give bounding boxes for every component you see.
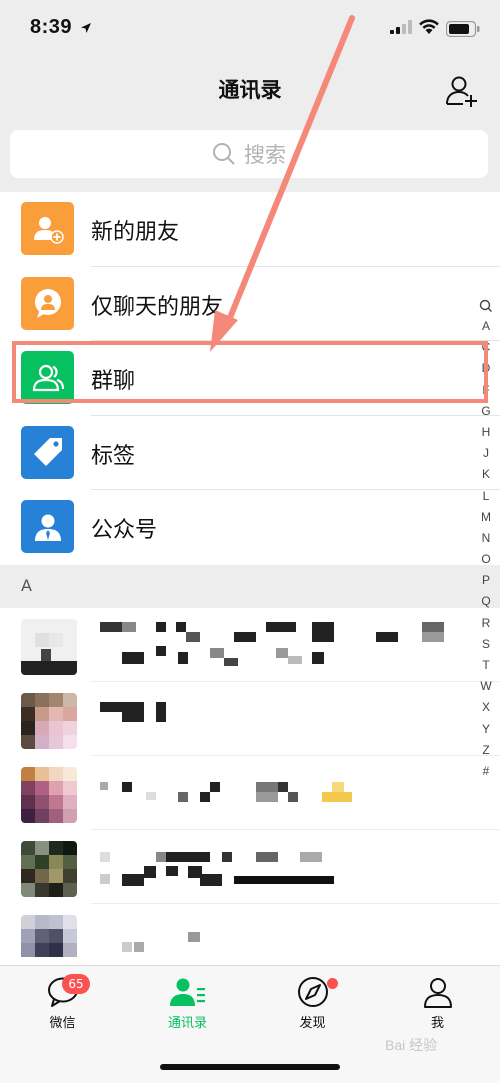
index-letter[interactable]: L: [476, 486, 496, 507]
tag-icon: [21, 425, 74, 479]
contacts-screen: 8:39 通讯录 搜索 新的朋友 仅聊天的朋友 群聊 标签 公众号 A A C …: [0, 0, 500, 1083]
index-letter[interactable]: F: [476, 380, 496, 401]
unread-badge: 65: [62, 974, 90, 994]
new-friends-item[interactable]: 新的朋友: [0, 192, 500, 267]
contact-name-obscured: [100, 694, 460, 749]
new-friend-icon: [21, 202, 74, 255]
tab-chats[interactable]: 微信 65: [0, 974, 125, 1036]
contact-name-obscured: [100, 768, 460, 823]
search-icon: [213, 143, 235, 165]
function-list: 新的朋友 仅聊天的朋友 群聊 标签 公众号: [0, 192, 500, 565]
contact-row[interactable]: [0, 682, 500, 756]
index-letter[interactable]: N: [476, 528, 496, 549]
index-letter[interactable]: H: [476, 422, 496, 443]
home-indicator: [160, 1064, 340, 1070]
wifi-icon: [419, 19, 439, 34]
contact-row[interactable]: [0, 608, 500, 682]
tags-item[interactable]: 标签: [0, 416, 500, 491]
cellular-signal-icon: [390, 20, 412, 34]
avatar: [21, 619, 77, 675]
index-letter[interactable]: X: [476, 697, 496, 718]
section-letter: A: [21, 576, 32, 595]
watermark: Bai 经验: [385, 1037, 438, 1053]
index-letter[interactable]: A: [476, 316, 496, 337]
index-letter[interactable]: G: [476, 401, 496, 422]
tab-contacts[interactable]: 通讯录: [125, 976, 250, 1036]
page-title: 通讯录: [218, 78, 282, 102]
tab-contacts-label: 通讯录: [167, 1016, 207, 1031]
compass-icon: [297, 977, 328, 1007]
index-letter[interactable]: S: [476, 634, 496, 655]
chat-only-friend-icon: [21, 276, 74, 330]
avatar: [21, 915, 77, 968]
group-chat-icon: [21, 351, 74, 405]
contact-name-obscured: [100, 916, 460, 968]
group-chats-item[interactable]: 群聊: [0, 341, 500, 416]
index-letter[interactable]: T: [476, 655, 496, 676]
index-letter[interactable]: C: [476, 337, 496, 358]
official-account-icon: [21, 500, 74, 554]
tags-label: 标签: [91, 443, 136, 469]
avatar: [21, 841, 77, 897]
official-accounts-item[interactable]: 公众号: [0, 490, 500, 565]
avatar: [21, 767, 77, 823]
contact-list: [0, 608, 500, 968]
notification-dot: [327, 978, 338, 989]
index-letter[interactable]: R: [476, 613, 496, 634]
index-letter[interactable]: J: [476, 443, 496, 464]
contact-row[interactable]: [0, 904, 500, 968]
status-bar: 8:39: [0, 0, 500, 60]
status-time: 8:39: [30, 16, 73, 38]
chat-only-friends-item[interactable]: 仅聊天的朋友: [0, 267, 500, 342]
contact-row[interactable]: [0, 830, 500, 904]
tab-chats-label: 微信: [49, 1016, 76, 1031]
add-friend-button[interactable]: [444, 73, 480, 109]
chat-only-friends-label: 仅聊天的朋友: [91, 294, 224, 320]
contact-row[interactable]: [0, 756, 500, 830]
index-letter[interactable]: D: [476, 358, 496, 379]
index-letter[interactable]: Z: [476, 740, 496, 761]
tab-me-label: 我: [430, 1016, 444, 1031]
contact-name-obscured: [100, 620, 460, 675]
tab-discover[interactable]: 发现: [250, 976, 375, 1036]
navigation-bar: 通讯录: [0, 60, 500, 122]
contact-name-obscured: [100, 842, 460, 897]
index-letter[interactable]: O: [476, 549, 496, 570]
official-accounts-label: 公众号: [91, 518, 158, 544]
index-letter[interactable]: M: [476, 507, 496, 528]
avatar: [21, 693, 77, 749]
alphabet-index[interactable]: A C D F G H J K L M N O P Q R S T W X Y …: [476, 296, 496, 782]
section-header: A: [0, 565, 500, 608]
add-person-icon: [446, 76, 477, 107]
person-icon: [423, 978, 452, 1008]
index-letter[interactable]: #: [476, 761, 496, 782]
index-search-icon[interactable]: [476, 296, 496, 316]
location-arrow-icon: [81, 23, 91, 33]
index-letter[interactable]: W: [476, 676, 496, 697]
search-bar[interactable]: 搜索: [10, 130, 488, 178]
group-chats-label: 群聊: [91, 369, 136, 395]
new-friends-label: 新的朋友: [91, 220, 180, 245]
tab-discover-label: 发现: [299, 1016, 326, 1031]
index-letter[interactable]: P: [476, 570, 496, 591]
index-letter[interactable]: Y: [476, 719, 496, 740]
index-letter[interactable]: K: [476, 464, 496, 485]
battery-icon: [446, 21, 480, 37]
search-placeholder: 搜索: [244, 143, 286, 167]
tab-me[interactable]: 我: [375, 976, 500, 1036]
contacts-icon: [169, 978, 205, 1006]
index-letter[interactable]: Q: [476, 591, 496, 612]
